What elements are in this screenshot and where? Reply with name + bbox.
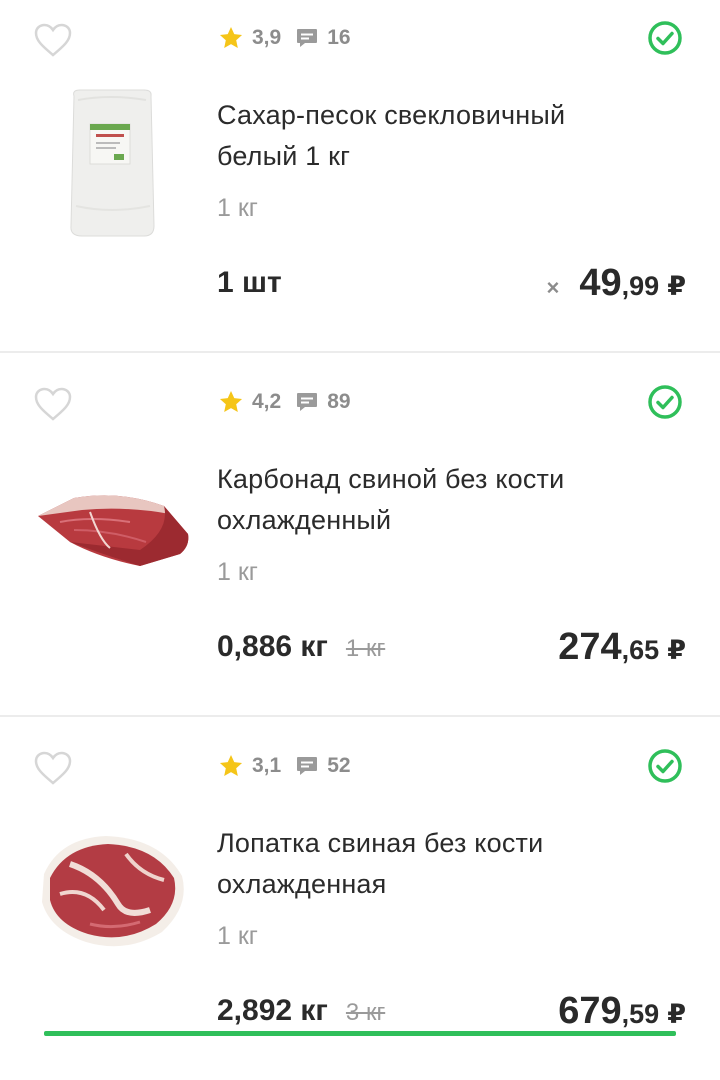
star-icon xyxy=(219,390,243,412)
bottom-button-edge[interactable] xyxy=(44,1031,676,1036)
heart-outline-icon[interactable] xyxy=(33,386,73,422)
price: 679 ,59 ₽ xyxy=(558,990,686,1033)
reviews-count: 52 xyxy=(327,754,351,777)
comment-icon xyxy=(297,757,318,775)
rating-row: 4,2 89 xyxy=(218,388,351,416)
reviews-count: 89 xyxy=(327,390,351,413)
rating-value: 3,1 xyxy=(252,754,282,777)
product-image[interactable] xyxy=(30,86,192,244)
check-circle-icon xyxy=(648,21,682,55)
price-integer: 679 xyxy=(558,990,622,1032)
rating-value: 3,9 xyxy=(252,26,282,49)
cart-item[interactable]: 3,1 52 Лопатка свиная без кости охлажден… xyxy=(0,728,720,1080)
unit-label: 1 кг xyxy=(217,558,258,586)
ordered-quantity-struck: 1 кг xyxy=(345,635,386,662)
title-line: белый 1 кг xyxy=(217,141,351,171)
quantity-value: 2,892 кг xyxy=(217,994,328,1027)
rating-row: 3,9 16 xyxy=(218,24,351,52)
heart-outline-icon[interactable] xyxy=(33,22,73,58)
quantity: 1 шт xyxy=(217,266,282,300)
price: × 49 ,99 ₽ xyxy=(547,262,686,305)
comment-icon xyxy=(297,29,318,47)
cart-item[interactable]: 3,9 16 Сахар-песок свекловичный белый 1 … xyxy=(0,0,720,352)
multiply-sign: × xyxy=(546,275,560,300)
price-decimal: ,65 xyxy=(621,635,660,665)
product-image[interactable] xyxy=(30,450,192,608)
product-title[interactable]: Сахар-песок свекловичный белый 1 кг xyxy=(217,95,677,177)
check-circle-icon xyxy=(648,749,682,783)
quantity: 2,892 кг 3 кг xyxy=(217,994,385,1028)
star-icon xyxy=(219,26,243,48)
unit-label: 1 кг xyxy=(217,922,258,950)
title-line: Карбонад свиной без кости xyxy=(217,464,565,494)
quantity: 0,886 кг 1 кг xyxy=(217,630,385,664)
rating-row: 3,1 52 xyxy=(218,752,351,780)
star-icon xyxy=(219,754,243,776)
quantity-value: 0,886 кг xyxy=(217,630,328,663)
price: 274 ,65 ₽ xyxy=(558,626,686,669)
unit-label: 1 кг xyxy=(217,194,258,222)
divider xyxy=(0,351,720,353)
product-image[interactable] xyxy=(30,814,192,972)
price-decimal: ,99 xyxy=(621,271,660,301)
product-title[interactable]: Карбонад свиной без кости охлажденный xyxy=(217,459,677,541)
check-circle-icon xyxy=(648,385,682,419)
title-line: охлажденный xyxy=(217,505,392,535)
heart-outline-icon[interactable] xyxy=(33,750,73,786)
comment-icon xyxy=(297,393,318,411)
quantity-value: 1 шт xyxy=(217,266,282,299)
price-integer: 274 xyxy=(558,626,622,668)
rating-value: 4,2 xyxy=(252,390,282,413)
product-title[interactable]: Лопатка свиная без кости охлажденная xyxy=(217,823,677,905)
title-line: Лопатка свиная без кости xyxy=(217,828,544,858)
price-decimal: ,59 xyxy=(621,999,660,1029)
reviews-count: 16 xyxy=(327,26,351,49)
price-integer: 49 xyxy=(579,262,622,304)
currency-symbol: ₽ xyxy=(667,999,686,1029)
cart-item[interactable]: 4,2 89 Карбонад свиной без кости охлажде… xyxy=(0,364,720,716)
currency-symbol: ₽ xyxy=(667,635,686,665)
title-line: Сахар-песок свекловичный xyxy=(217,100,566,130)
currency-symbol: ₽ xyxy=(667,271,686,301)
divider xyxy=(0,715,720,717)
title-line: охлажденная xyxy=(217,869,387,899)
ordered-quantity-struck: 3 кг xyxy=(345,999,386,1026)
